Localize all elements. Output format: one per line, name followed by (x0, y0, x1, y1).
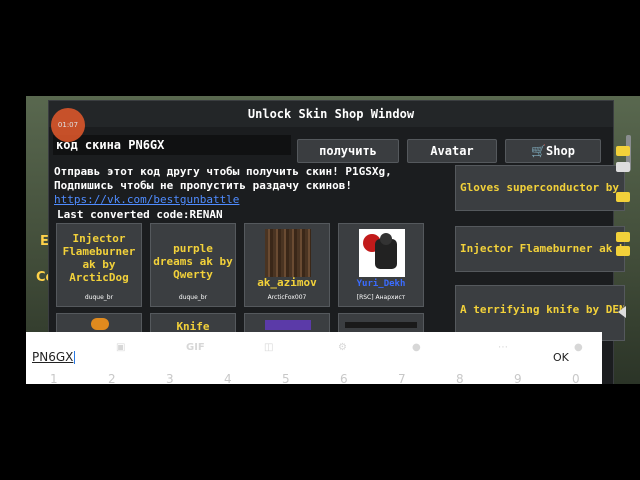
cart-icon: 🛒 (531, 144, 547, 158)
game-side-controls (612, 96, 634, 384)
digit-key[interactable]: 1 (50, 372, 58, 386)
right-list-item-label: Gloves superconductor by Z (460, 181, 625, 194)
right-list-item-label: A terrifying knife by DEN4 (460, 303, 625, 316)
shop-button-label: Shop (546, 144, 575, 158)
skin-card-title: purple dreams ak by Qwerty (153, 242, 233, 281)
subscribe-text: Подпишись чтобы не пропустить раздачу ск… (54, 179, 353, 192)
skin-card-author: ArcticFox007 (267, 294, 307, 301)
digit-key[interactable]: 3 (166, 372, 174, 386)
purple-thumbnail (265, 320, 311, 330)
skin-card-author: duque_br (178, 294, 208, 301)
share-code-text: Отправь этот код другу чтобы получить ск… (54, 165, 392, 178)
shop-button[interactable]: 🛒Shop (505, 139, 601, 163)
skin-card[interactable]: Injector Flameburner ak by ArcticDog duq… (56, 223, 142, 307)
mic-icon[interactable]: ● (574, 342, 583, 353)
get-button[interactable]: получить (297, 139, 399, 163)
dark-thumbnail (345, 322, 417, 328)
digit-key[interactable]: 2 (108, 372, 116, 386)
digit-key[interactable]: 6 (340, 372, 348, 386)
last-converted-code: Last converted code:RENAN (57, 208, 223, 221)
wood-texture-thumbnail (265, 229, 311, 277)
text-caret (74, 351, 76, 364)
avatar-button[interactable]: Avatar (407, 139, 497, 163)
skin-code-field[interactable]: код скина PN6GX (53, 135, 291, 155)
vk-link[interactable]: https://vk.com/bestgunbattle (54, 193, 239, 206)
digit-key[interactable]: 0 (572, 372, 580, 386)
right-list-item-label: Injector Flameburner ak by (460, 242, 625, 255)
skin-card[interactable]: Yuri_Dekh [RSC] Анархист (338, 223, 424, 307)
more-icon[interactable]: ⋯ (498, 342, 508, 353)
window-title: Unlock Skin Shop Window (49, 101, 613, 127)
soldier-thumbnail (359, 229, 405, 277)
settings-icon[interactable]: ⚙ (338, 342, 347, 353)
digit-key[interactable]: 8 (456, 372, 464, 386)
skin-card[interactable]: ak_azimov ArcticFox007 (244, 223, 330, 307)
digit-key[interactable]: 4 (224, 372, 232, 386)
yellow-control-icon[interactable] (616, 192, 630, 202)
keyboard-input-text: PN6GX (32, 350, 74, 364)
menu-icon[interactable] (616, 162, 630, 172)
skin-card-title: Injector Flameburner ak by ArcticDog (62, 232, 136, 284)
palette-icon[interactable]: ● (412, 342, 421, 353)
sticker-icon[interactable]: ▣ (116, 342, 125, 353)
digit-key[interactable]: 7 (398, 372, 406, 386)
digit-key[interactable]: 5 (282, 372, 290, 386)
on-screen-keyboard: PN6GX ▣ GIF ◫ ⚙ ● ⋯ ● OK 1 2 3 4 5 6 7 8… (26, 332, 602, 386)
clock-badge: 01:07 (51, 108, 85, 142)
back-arrow-icon[interactable] (618, 306, 626, 318)
ok-button[interactable]: OK (553, 351, 569, 364)
keyboard-input-field[interactable]: PN6GX (32, 350, 76, 364)
gif-button[interactable]: GIF (186, 342, 205, 353)
skin-card-title: ak_azimov (257, 276, 317, 289)
pumpkin-icon (91, 318, 109, 330)
yellow-control-icon[interactable] (616, 246, 630, 256)
yellow-control-icon[interactable] (616, 146, 630, 156)
skin-card-title: Yuri_Dekh (356, 279, 406, 289)
clipboard-icon[interactable]: ◫ (264, 342, 273, 353)
right-list-item[interactable]: Injector Flameburner ak by (455, 226, 625, 272)
skin-card-author: duque_br (84, 294, 114, 301)
digit-key[interactable]: 9 (514, 372, 522, 386)
skin-card[interactable]: purple dreams ak by Qwerty duque_br (150, 223, 236, 307)
yellow-control-icon[interactable] (616, 232, 630, 242)
right-list-item[interactable]: Gloves superconductor by Z (455, 165, 625, 211)
skin-card-author: [RSC] Анархист (356, 294, 406, 301)
